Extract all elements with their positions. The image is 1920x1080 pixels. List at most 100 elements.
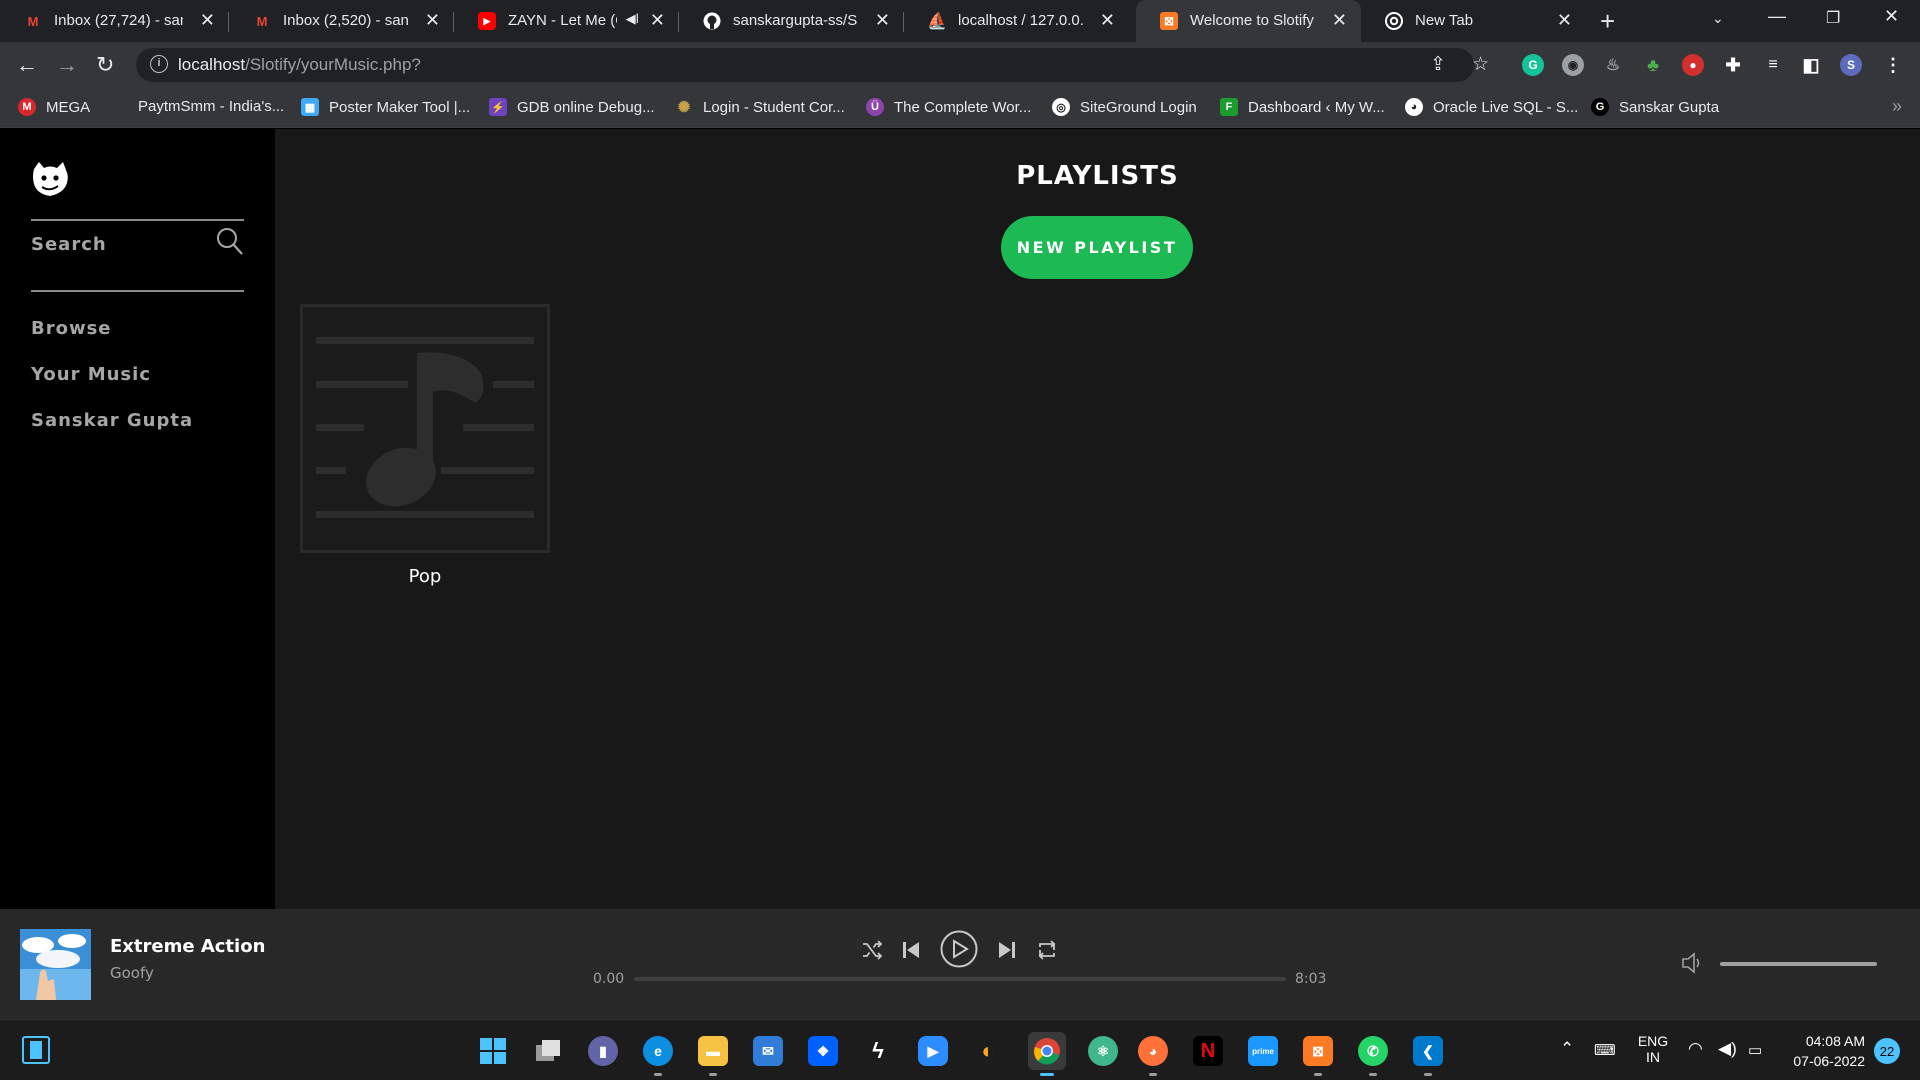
- eclipse-icon[interactable]: ◐: [973, 1036, 1003, 1066]
- playlist-name[interactable]: Pop: [300, 566, 550, 587]
- clock[interactable]: 04:08 AM 07-06-2022: [1780, 1031, 1865, 1071]
- close-icon[interactable]: ✕: [1100, 10, 1115, 31]
- bookmark-gdb[interactable]: ⚡ GDB online Debug...: [489, 98, 655, 116]
- nav-profile[interactable]: Sanskar Gupta: [31, 410, 193, 431]
- volume-bar[interactable]: [1720, 962, 1877, 966]
- playlist-cover[interactable]: [300, 304, 550, 553]
- complete-works-icon: Ü: [866, 98, 884, 116]
- next-icon[interactable]: [998, 941, 1016, 959]
- whatsapp-icon[interactable]: ✆: [1358, 1036, 1388, 1066]
- url-path: /Slotify/yourMusic.php?: [245, 55, 421, 74]
- close-icon[interactable]: ✕: [650, 10, 665, 31]
- repeat-icon[interactable]: [1036, 939, 1058, 961]
- site-info-icon[interactable]: i: [150, 55, 168, 73]
- bookmark-mega[interactable]: M MEGA: [18, 98, 90, 116]
- windows-start-icon[interactable]: [478, 1036, 508, 1066]
- file-explorer-icon[interactable]: ▬: [698, 1036, 728, 1066]
- grammarly-icon[interactable]: G: [1522, 54, 1544, 76]
- url-text[interactable]: localhost/Slotify/yourMusic.php?: [178, 55, 421, 75]
- forward-icon[interactable]: →: [56, 52, 78, 78]
- task-view-icon[interactable]: [533, 1036, 563, 1066]
- close-icon[interactable]: ✕: [200, 10, 215, 31]
- nav-your-music[interactable]: Your Music: [31, 364, 151, 385]
- widgets-icon[interactable]: [22, 1036, 50, 1064]
- netflix-icon[interactable]: N: [1193, 1036, 1223, 1066]
- extension-bulb-icon[interactable]: ♨: [1602, 54, 1624, 76]
- track-artist[interactable]: Goofy: [110, 964, 154, 982]
- tab-gmail-2[interactable]: M Inbox (2,520) - sanska ✕: [229, 0, 454, 42]
- album-art[interactable]: [20, 929, 91, 1000]
- bookmark-dashboard[interactable]: F Dashboard ‹ My W...: [1220, 98, 1385, 116]
- tab-youtube[interactable]: ▶ ZAYN - Let Me (O ◀ǀ ✕: [454, 0, 679, 42]
- minimize-icon[interactable]: —: [1768, 6, 1786, 27]
- dropbox-icon[interactable]: ❖: [808, 1036, 838, 1066]
- sidebar-search[interactable]: Search: [31, 220, 244, 266]
- edge-icon[interactable]: e: [643, 1036, 673, 1066]
- firefox-icon[interactable]: ◕: [1138, 1036, 1168, 1066]
- bookmark-sanskar-gupta[interactable]: G Sanskar Gupta: [1591, 98, 1719, 116]
- track-name[interactable]: Extreme Action: [110, 936, 265, 957]
- extension-record-icon[interactable]: ●: [1682, 54, 1704, 76]
- atom-icon[interactable]: ⚛: [1088, 1036, 1118, 1066]
- close-window-icon[interactable]: ✕: [1884, 6, 1899, 27]
- bookmark-poster-maker[interactable]: ▦ Poster Maker Tool |...: [301, 98, 470, 116]
- sublime-lightning-icon[interactable]: ϟ: [863, 1036, 893, 1066]
- back-icon[interactable]: ←: [16, 52, 38, 78]
- playlist-card[interactable]: Pop: [300, 304, 550, 587]
- reload-icon[interactable]: ↻: [96, 52, 114, 78]
- side-panel-icon[interactable]: ◧: [1800, 54, 1822, 76]
- search-icon[interactable]: [216, 227, 244, 257]
- shuffle-icon[interactable]: [861, 939, 883, 961]
- extension-tree-icon[interactable]: ♣: [1642, 54, 1664, 76]
- notification-badge[interactable]: 22: [1874, 1038, 1900, 1064]
- bookmark-siteground[interactable]: ◎ SiteGround Login: [1052, 98, 1197, 116]
- zoom-icon[interactable]: ▶: [918, 1036, 948, 1066]
- share-icon[interactable]: ⇪: [1430, 53, 1446, 76]
- language-indicator[interactable]: ENG IN: [1628, 1033, 1678, 1065]
- play-button[interactable]: [940, 930, 978, 968]
- chrome-menu-icon[interactable]: ⋮: [1882, 54, 1904, 76]
- wifi-icon[interactable]: ◠: [1688, 1039, 1703, 1059]
- new-playlist-button[interactable]: NEW PLAYLIST: [1001, 216, 1193, 279]
- address-bar[interactable]: i localhost/Slotify/yourMusic.php? ⇪ ☆: [136, 48, 1489, 82]
- vscode-icon[interactable]: ❮: [1413, 1036, 1443, 1066]
- show-hidden-icons-icon[interactable]: ⌃: [1560, 1039, 1574, 1059]
- profile-avatar[interactable]: S: [1840, 54, 1862, 76]
- slotify-logo[interactable]: [30, 159, 70, 199]
- teams-chat-icon[interactable]: ▮: [588, 1036, 618, 1066]
- close-icon[interactable]: ✕: [1332, 10, 1347, 31]
- close-icon[interactable]: ✕: [425, 10, 440, 31]
- tab-new-tab[interactable]: New Tab ✕: [1361, 0, 1586, 42]
- tab-search-icon[interactable]: ⌄: [1712, 10, 1724, 27]
- close-icon[interactable]: ✕: [875, 10, 890, 31]
- bookmark-star-icon[interactable]: ☆: [1472, 53, 1489, 76]
- tab-slotify[interactable]: ⊠ Welcome to Slotify! ✕: [1136, 0, 1361, 42]
- previous-icon[interactable]: [902, 941, 920, 959]
- xampp-icon[interactable]: ⊠: [1303, 1036, 1333, 1066]
- extension-eye-icon[interactable]: ◉: [1562, 54, 1584, 76]
- battery-icon[interactable]: ▭: [1748, 1041, 1762, 1059]
- tab-gmail-1[interactable]: M Inbox (27,724) - sansk ✕: [0, 0, 229, 42]
- media-control-icon[interactable]: ≡: [1762, 54, 1784, 76]
- keyboard-icon[interactable]: ⌨: [1594, 1041, 1616, 1059]
- tab-phpmyadmin[interactable]: ⛵ localhost / 127.0.0.1 / ✕: [904, 0, 1129, 42]
- mail-icon[interactable]: ✉: [753, 1036, 783, 1066]
- volume-icon[interactable]: [1680, 950, 1706, 976]
- new-tab-button[interactable]: +: [1600, 6, 1615, 37]
- bookmark-student-corner[interactable]: ✺ Login - Student Cor...: [675, 98, 845, 117]
- nav-browse[interactable]: Browse: [31, 318, 112, 339]
- bookmark-complete-works[interactable]: Ü The Complete Wor...: [866, 98, 1031, 116]
- chrome-icon[interactable]: [1028, 1032, 1066, 1070]
- speaker-icon[interactable]: ◀ǀ: [626, 11, 639, 27]
- progress-bar[interactable]: [634, 977, 1286, 981]
- bookmark-paytmsmm[interactable]: PaytmSmm - India's...: [138, 98, 284, 115]
- prime-video-icon[interactable]: prime: [1248, 1036, 1278, 1066]
- extensions-puzzle-icon[interactable]: ✚: [1722, 54, 1744, 76]
- more-bookmarks-icon[interactable]: »: [1892, 96, 1902, 117]
- close-icon[interactable]: ✕: [1557, 10, 1572, 31]
- speaker-icon[interactable]: ◀): [1718, 1039, 1737, 1059]
- bookmark-oracle-live-sql[interactable]: ◕ Oracle Live SQL - S...: [1405, 98, 1578, 116]
- tab-github[interactable]: sanskargupta-ss/Sans ✕: [679, 0, 904, 42]
- language-code: ENG: [1637, 1033, 1669, 1049]
- restore-icon[interactable]: ❐: [1826, 8, 1840, 28]
